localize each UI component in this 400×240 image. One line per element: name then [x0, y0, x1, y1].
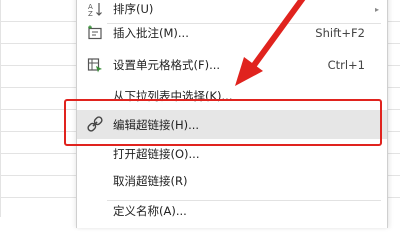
annotation-arrow: [235, 0, 306, 86]
annotation-arrow-shaft: [249, 0, 306, 71]
